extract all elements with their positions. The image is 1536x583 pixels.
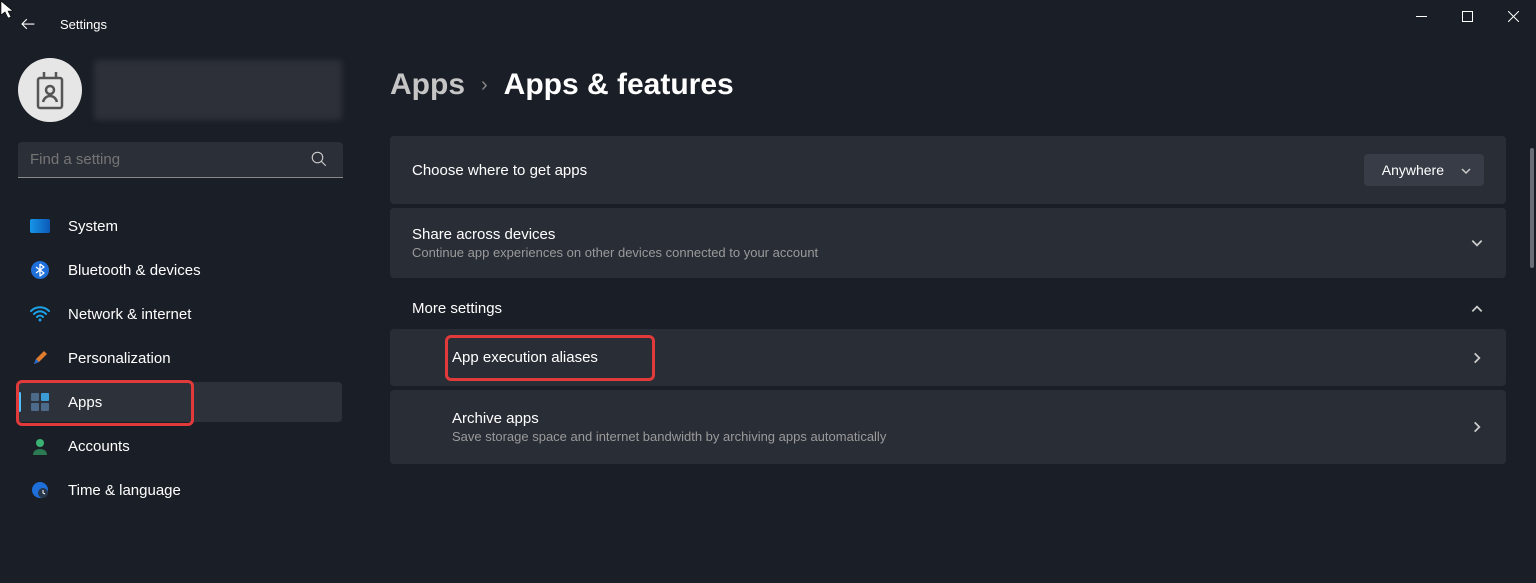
clock-globe-icon <box>30 480 50 500</box>
avatar-placeholder-icon <box>33 70 67 110</box>
card-title: Choose where to get apps <box>412 162 587 179</box>
paintbrush-icon <box>30 348 50 368</box>
maximize-button[interactable] <box>1444 0 1490 32</box>
nav-label: Network & internet <box>68 306 191 323</box>
nav-label: Accounts <box>68 438 130 455</box>
chevron-right-icon <box>1470 351 1484 365</box>
system-icon <box>30 216 50 236</box>
scrollbar-thumb[interactable] <box>1530 148 1534 268</box>
breadcrumb-parent[interactable]: Apps <box>390 68 465 102</box>
dropdown-app-source[interactable]: Anywhere <box>1364 154 1484 186</box>
card-choose-where-to-get-apps[interactable]: Choose where to get apps Anywhere <box>390 136 1506 204</box>
chevron-right-icon: › <box>481 74 488 97</box>
card-title: Archive apps <box>452 410 886 427</box>
chevron-down-icon <box>1460 165 1472 177</box>
main-content: Apps › Apps & features Choose where to g… <box>360 48 1536 583</box>
nav-list: System Bluetooth & devices Network & int… <box>18 206 342 510</box>
minimize-button[interactable] <box>1398 0 1444 32</box>
nav-label: System <box>68 218 118 235</box>
nav-item-personalization[interactable]: Personalization <box>18 338 342 378</box>
search-icon <box>310 150 328 168</box>
section-title: More settings <box>412 300 502 317</box>
breadcrumb-current: Apps & features <box>504 68 734 102</box>
mouse-cursor-icon <box>0 0 16 20</box>
more-settings-header[interactable]: More settings <box>390 282 1506 329</box>
nav-label: Apps <box>68 394 102 411</box>
profile-name-redacted <box>94 60 342 120</box>
titlebar: Settings <box>0 0 1536 48</box>
sidebar: System Bluetooth & devices Network & int… <box>0 48 360 583</box>
nav-item-network[interactable]: Network & internet <box>18 294 342 334</box>
dropdown-value: Anywhere <box>1382 162 1444 178</box>
bluetooth-icon <box>30 260 50 280</box>
apps-icon <box>30 392 50 412</box>
breadcrumb: Apps › Apps & features <box>390 68 1506 102</box>
avatar <box>18 58 82 122</box>
wifi-icon <box>30 304 50 324</box>
profile-section[interactable] <box>18 58 342 122</box>
card-share-across-devices[interactable]: Share across devices Continue app experi… <box>390 208 1506 278</box>
nav-label: Time & language <box>68 482 181 499</box>
close-button[interactable] <box>1490 0 1536 32</box>
chevron-down-icon <box>1470 236 1484 250</box>
nav-item-time-language[interactable]: Time & language <box>18 470 342 510</box>
card-app-execution-aliases[interactable]: App execution aliases <box>390 329 1506 386</box>
nav-item-system[interactable]: System <box>18 206 342 246</box>
nav-label: Bluetooth & devices <box>68 262 201 279</box>
chevron-right-icon <box>1470 420 1484 434</box>
card-archive-apps[interactable]: Archive apps Save storage space and inte… <box>390 390 1506 464</box>
back-arrow-icon <box>19 15 37 33</box>
nav-label: Personalization <box>68 350 171 367</box>
nav-item-bluetooth[interactable]: Bluetooth & devices <box>18 250 342 290</box>
search-input[interactable] <box>18 142 343 178</box>
window-title: Settings <box>60 17 107 32</box>
card-subtitle: Save storage space and internet bandwidt… <box>452 429 886 444</box>
card-subtitle: Continue app experiences on other device… <box>412 245 818 260</box>
nav-item-apps[interactable]: Apps <box>18 382 342 422</box>
chevron-up-icon <box>1470 302 1484 316</box>
window-controls <box>1398 0 1536 32</box>
card-title: Share across devices <box>412 226 818 243</box>
card-title: App execution aliases <box>452 349 598 366</box>
person-icon <box>30 436 50 456</box>
nav-item-accounts[interactable]: Accounts <box>18 426 342 466</box>
